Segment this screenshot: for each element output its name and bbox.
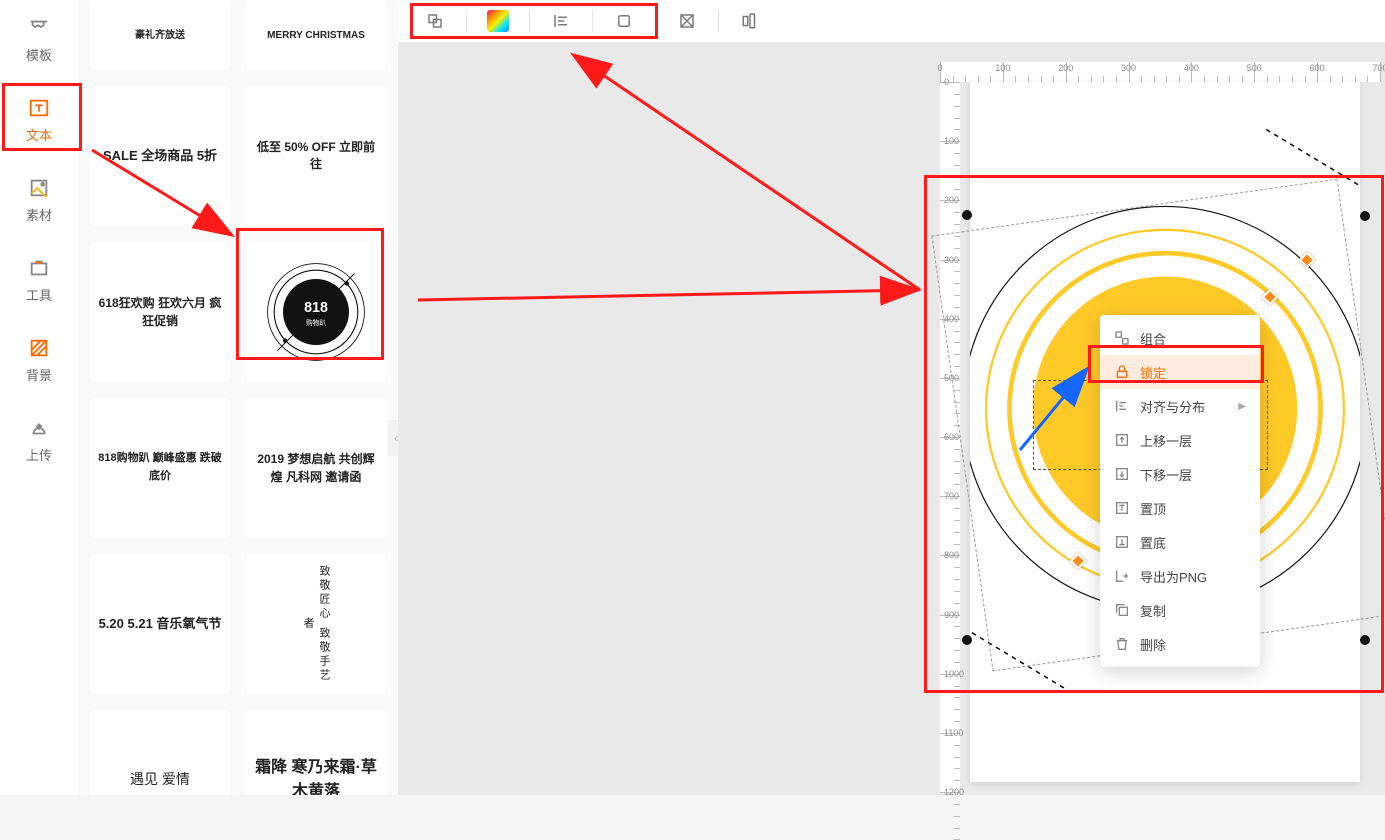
gallery-thumb[interactable]: MERRY CHRISTMAS	[246, 0, 386, 70]
selection-handle[interactable]	[1360, 635, 1370, 645]
sidebar-label: 模板	[26, 45, 52, 64]
ctx-layer-up[interactable]: 上移一层	[1100, 423, 1260, 457]
gallery-thumb[interactable]: 818购物趴 巅峰盛惠 跌破底价	[90, 398, 230, 538]
sidebar-item-background[interactable]: 背景	[0, 320, 78, 400]
align-icon	[1114, 398, 1130, 414]
proportion-tool[interactable]	[670, 5, 704, 37]
text-icon	[26, 97, 52, 119]
ctx-group[interactable]: 组合	[1100, 321, 1260, 355]
gallery-thumb[interactable]: 5.20 5.21 音乐氧气节	[90, 554, 230, 694]
selection-handle[interactable]	[962, 210, 972, 220]
sidebar-item-upload[interactable]: 上传	[0, 400, 78, 480]
send-back-icon	[1114, 534, 1130, 550]
bring-front-icon	[1114, 500, 1130, 516]
template-icon	[26, 17, 52, 39]
background-icon	[26, 337, 52, 359]
material-icon	[26, 177, 52, 199]
swatch-tool[interactable]	[481, 5, 515, 37]
lock-icon	[1114, 364, 1130, 380]
ctx-delete[interactable]: 删除	[1100, 627, 1260, 661]
align-tool[interactable]	[544, 5, 578, 37]
gallery-grid: 豪礼齐放送 MERRY CHRISTMAS SALE 全场商品 5折 低至 50…	[90, 0, 386, 795]
selection-handle[interactable]	[1360, 211, 1370, 221]
selection-handle[interactable]	[962, 635, 972, 645]
ctx-export-png[interactable]: 导出为PNG	[1100, 559, 1260, 593]
horizontal-ruler: 0100200300400500600700	[940, 62, 1380, 82]
layer-up-icon	[1114, 432, 1130, 448]
ctx-align[interactable]: 对齐与分布▶	[1100, 389, 1260, 423]
svg-text:818: 818	[304, 300, 328, 316]
context-menu: 组合 锁定 对齐与分布▶ 上移一层 下移一层 置顶 置底 导出为PNG 复制 删…	[1100, 315, 1260, 667]
gallery-thumb[interactable]: 618狂欢购 狂欢六月 疯狂促销	[90, 242, 230, 382]
gallery-thumb[interactable]: 低至 50% OFF 立即前往	[246, 86, 386, 226]
gallery-thumb[interactable]: 遇见 爱情	[90, 710, 230, 795]
tools-icon	[26, 257, 52, 279]
sidebar-item-template[interactable]: 模板	[0, 0, 78, 80]
sidebar-label: 素材	[26, 205, 52, 224]
left-sidebar: 模板 文本 素材 工具 背景 上传	[0, 0, 78, 795]
svg-text:购物趴: 购物趴	[306, 318, 326, 327]
sidebar-item-tools[interactable]: 工具	[0, 240, 78, 320]
ctx-layer-down[interactable]: 下移一层	[1100, 457, 1260, 491]
sidebar-item-material[interactable]: 素材	[0, 160, 78, 240]
layer-tool[interactable]	[418, 5, 452, 37]
sidebar-label: 文本	[26, 125, 52, 144]
gallery-thumb[interactable]: 致敬匠心 致敬手艺者	[246, 554, 386, 694]
gallery-thumb[interactable]: SALE 全场商品 5折	[90, 86, 230, 226]
ctx-copy[interactable]: 复制	[1100, 593, 1260, 627]
color-swatch	[487, 10, 509, 32]
export-icon	[1114, 568, 1130, 584]
gallery-thumb[interactable]: 霜降 寒乃来霜·草木黄落	[246, 710, 386, 795]
distribute-tool[interactable]	[733, 5, 767, 37]
layer-down-icon	[1114, 466, 1130, 482]
group-icon	[1114, 330, 1130, 346]
text-gallery[interactable]: 豪礼齐放送 MERRY CHRISTMAS SALE 全场商品 5折 低至 50…	[78, 0, 398, 795]
thumb-graphic: 818 购物趴	[261, 257, 371, 367]
gallery-thumb[interactable]: 2019 梦想启航 共创辉煌 凡科网 邀请函	[246, 398, 386, 538]
copy-icon	[1114, 602, 1130, 618]
upload-icon	[26, 417, 52, 439]
sidebar-label: 上传	[26, 445, 52, 464]
chevron-right-icon: ▶	[1238, 401, 1246, 412]
gallery-thumb[interactable]: 豪礼齐放送	[90, 0, 230, 70]
top-toolbar	[398, 0, 1385, 42]
gallery-thumb-highlighted[interactable]: 818 购物趴	[246, 242, 386, 382]
vertical-ruler: 0100200300400500600700800900100011001200	[940, 82, 960, 792]
rect-tool[interactable]	[607, 5, 641, 37]
ctx-send-back[interactable]: 置底	[1100, 525, 1260, 559]
sidebar-item-text[interactable]: 文本	[0, 80, 78, 160]
ctx-bring-front[interactable]: 置顶	[1100, 491, 1260, 525]
ctx-lock[interactable]: 锁定	[1100, 355, 1260, 389]
sidebar-label: 背景	[26, 365, 52, 384]
sidebar-label: 工具	[26, 285, 52, 304]
delete-icon	[1114, 636, 1130, 652]
